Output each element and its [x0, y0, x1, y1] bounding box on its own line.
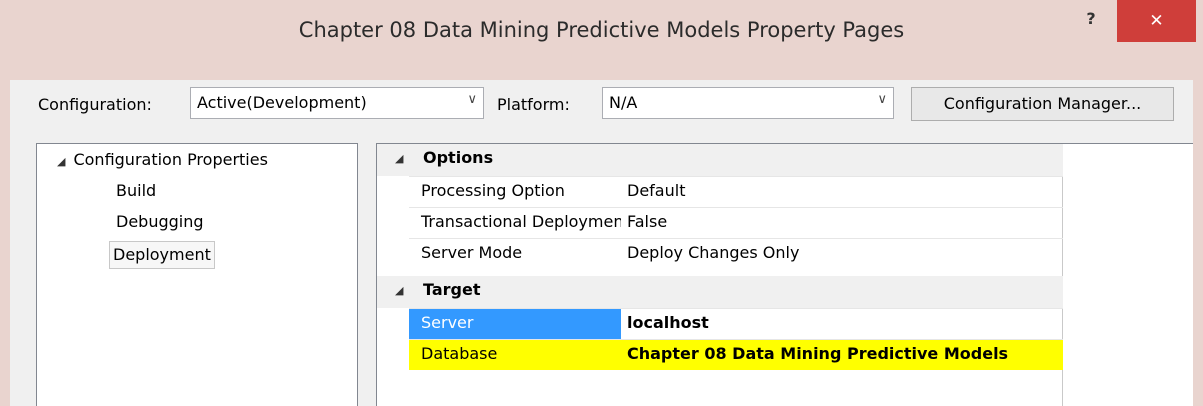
property-grid: ◢ Options Processing Option Default Tran… — [377, 144, 1063, 406]
property-row-transactional-deployment[interactable]: Transactional Deployment False — [409, 207, 1063, 238]
property-name: Server Mode — [421, 243, 523, 262]
tree-item-deployment[interactable]: Deployment — [109, 241, 215, 269]
property-row-database[interactable]: Database Chapter 08 Data Mining Predicti… — [409, 339, 1063, 370]
chevron-down-icon: ∨ — [877, 92, 887, 107]
configuration-value: Active(Development) — [197, 93, 367, 112]
configuration-manager-button[interactable]: Configuration Manager... — [911, 87, 1174, 121]
property-row-server-mode[interactable]: Server Mode Deploy Changes Only — [409, 238, 1063, 269]
property-name: Database — [409, 340, 621, 370]
property-name: Transactional Deployment — [421, 212, 621, 231]
property-value[interactable]: localhost — [621, 309, 1063, 339]
property-value[interactable]: Deploy Changes Only — [621, 239, 1063, 269]
properties-tree: ◢ Configuration Properties Build Debuggin… — [36, 143, 358, 406]
property-value[interactable]: False — [621, 208, 1063, 238]
platform-dropdown[interactable]: N/A ∨ — [602, 87, 894, 119]
property-grid-panel: ◢ Options Processing Option Default Tran… — [376, 143, 1193, 406]
window-title: Chapter 08 Data Mining Predictive Models… — [298, 18, 905, 42]
property-value[interactable]: Chapter 08 Data Mining Predictive Models — [621, 340, 1063, 370]
expand-icon: ◢ — [57, 155, 66, 168]
collapse-icon[interactable]: ◢ — [395, 284, 403, 297]
configuration-dropdown[interactable]: Active(Development) ∨ — [190, 87, 484, 119]
tree-item-label: Configuration Properties — [73, 150, 268, 169]
tree-item-debugging[interactable]: Debugging — [116, 212, 204, 231]
configuration-label: Configuration: — [38, 95, 152, 114]
title-bar: Chapter 08 Data Mining Predictive Models… — [0, 0, 1203, 80]
property-value[interactable]: Default — [621, 177, 1063, 207]
category-options[interactable]: ◢ Options — [377, 144, 1063, 176]
platform-label: Platform: — [497, 95, 570, 114]
platform-value: N/A — [609, 93, 638, 112]
property-row-server[interactable]: Server localhost — [409, 308, 1063, 339]
property-row-processing-option[interactable]: Processing Option Default — [409, 176, 1063, 207]
category-label: Target — [423, 280, 481, 299]
category-target[interactable]: ◢ Target — [377, 276, 1063, 308]
collapse-icon[interactable]: ◢ — [395, 152, 403, 165]
chevron-down-icon: ∨ — [467, 92, 477, 107]
close-button[interactable]: ✕ — [1117, 0, 1196, 42]
property-name: Server — [409, 309, 621, 339]
property-name: Processing Option — [421, 181, 565, 200]
close-icon: ✕ — [1149, 11, 1164, 31]
tree-item-configuration-properties[interactable]: ◢ Configuration Properties — [57, 150, 268, 169]
tree-item-build[interactable]: Build — [116, 181, 156, 200]
help-button[interactable]: ? — [1076, 6, 1106, 32]
category-label: Options — [423, 148, 494, 167]
